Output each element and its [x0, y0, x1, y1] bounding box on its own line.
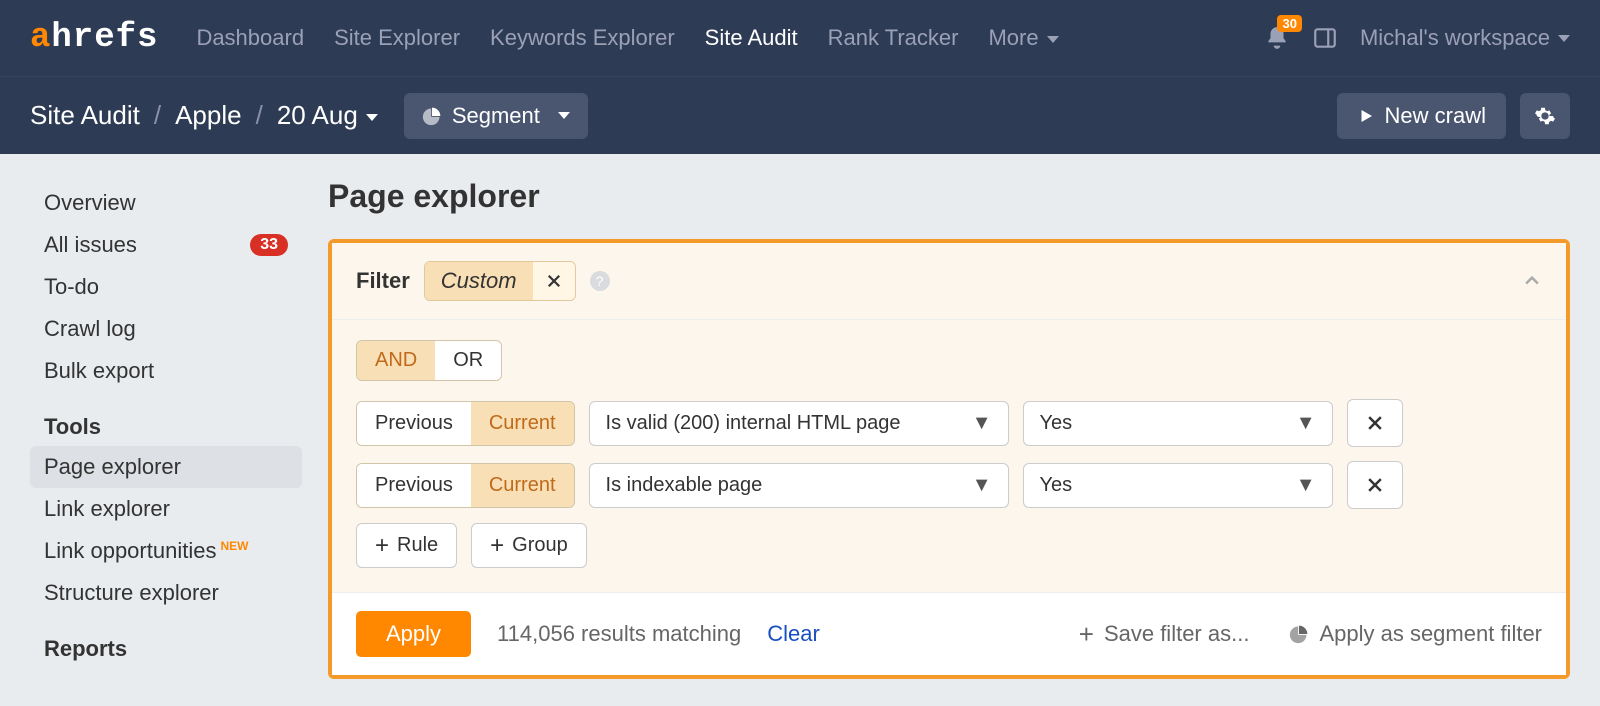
chevron-down-icon: [1558, 35, 1570, 42]
nav-keywords-explorer[interactable]: Keywords Explorer: [490, 25, 675, 51]
toggle-current[interactable]: Current: [471, 464, 574, 507]
plus-icon: +: [490, 537, 504, 555]
crumb-date[interactable]: 20 Aug: [277, 100, 378, 131]
close-icon: [545, 272, 563, 290]
segment-button[interactable]: Segment: [404, 93, 588, 139]
topnav-right: 30 Michal's workspace: [1264, 25, 1570, 51]
content: Overview All issues33 To-do Crawl log Bu…: [0, 154, 1600, 696]
top-nav: ahrefs Dashboard Site Explorer Keywords …: [0, 0, 1600, 76]
issues-count-badge: 33: [250, 234, 288, 256]
sidebar-item-bulk-export[interactable]: Bulk export: [30, 350, 302, 392]
close-icon: [1365, 475, 1385, 495]
new-tag: NEW: [220, 539, 248, 553]
clear-link[interactable]: Clear: [767, 621, 820, 647]
chevron-down-icon: ▼: [972, 412, 992, 435]
rule-value-dropdown[interactable]: Yes▼: [1023, 463, 1333, 508]
topnav-links: Dashboard Site Explorer Keywords Explore…: [196, 25, 1058, 51]
breadcrumb: Site Audit / Apple / 20 Aug: [30, 100, 378, 131]
sidebar-item-all-issues[interactable]: All issues33: [30, 224, 302, 266]
main: Page explorer Filter Custom ? AND O: [320, 154, 1600, 696]
rule-field-dropdown[interactable]: Is valid (200) internal HTML page▼: [589, 401, 1009, 446]
sidebar-item-structure-explorer[interactable]: Structure explorer: [30, 572, 302, 614]
logic-and[interactable]: AND: [357, 341, 435, 380]
close-icon: [1365, 413, 1385, 433]
nav-site-explorer[interactable]: Site Explorer: [334, 25, 460, 51]
nav-dashboard[interactable]: Dashboard: [196, 25, 304, 51]
logic-toggle: AND OR: [356, 340, 502, 381]
nav-rank-tracker[interactable]: Rank Tracker: [828, 25, 959, 51]
sidebar-item-todo[interactable]: To-do: [30, 266, 302, 308]
notif-badge: 30: [1277, 15, 1301, 32]
new-crawl-button[interactable]: New crawl: [1337, 93, 1506, 139]
sidebar: Overview All issues33 To-do Crawl log Bu…: [0, 154, 320, 696]
workspace-menu[interactable]: Michal's workspace: [1360, 25, 1570, 51]
apply-as-segment-button[interactable]: Apply as segment filter: [1289, 619, 1542, 650]
help-icon[interactable]: ?: [590, 271, 610, 291]
filter-label: Filter: [356, 268, 410, 294]
chevron-down-icon: ▼: [1296, 474, 1316, 497]
sidebar-item-link-explorer[interactable]: Link explorer: [30, 488, 302, 530]
rule-row: Previous Current Is valid (200) internal…: [356, 399, 1542, 447]
sidebar-item-page-explorer[interactable]: Page explorer: [30, 446, 302, 488]
notifications-icon[interactable]: 30: [1264, 25, 1290, 51]
sidebar-item-crawl-log[interactable]: Crawl log: [30, 308, 302, 350]
filter-box: Filter Custom ? AND OR: [328, 239, 1570, 679]
chevron-down-icon: [366, 114, 378, 121]
nav-site-audit[interactable]: Site Audit: [705, 25, 798, 51]
chevron-down-icon: ▼: [1296, 412, 1316, 435]
filter-body: AND OR Previous Current Is valid (200) i…: [332, 320, 1566, 593]
filter-header: Filter Custom ?: [332, 243, 1566, 320]
crawl-toggle: Previous Current: [356, 401, 575, 446]
gear-icon: [1534, 105, 1556, 127]
sidebar-section-reports: Reports: [30, 614, 302, 668]
toggle-previous[interactable]: Previous: [357, 402, 471, 445]
rule-value-dropdown[interactable]: Yes▼: [1023, 401, 1333, 446]
plus-icon: +: [1079, 619, 1094, 650]
settings-button[interactable]: [1520, 93, 1570, 139]
results-count: 114,056 results matching: [497, 621, 741, 647]
breadcrumb-sep: /: [256, 100, 263, 131]
play-icon: [1357, 107, 1375, 125]
toggle-previous[interactable]: Previous: [357, 464, 471, 507]
apply-button[interactable]: Apply: [356, 611, 471, 657]
chevron-up-icon: [1522, 271, 1542, 291]
nav-more[interactable]: More: [988, 25, 1058, 51]
save-filter-button[interactable]: +Save filter as...: [1079, 619, 1250, 650]
pie-icon: [422, 106, 442, 126]
filter-chip: Custom: [424, 261, 576, 301]
chevron-down-icon: [558, 112, 570, 119]
crumb-project[interactable]: Apple: [175, 100, 242, 131]
filter-footer: Apply 114,056 results matching Clear +Sa…: [332, 593, 1566, 675]
breadcrumb-sep: /: [154, 100, 161, 131]
toggle-current[interactable]: Current: [471, 402, 574, 445]
filter-chip-remove[interactable]: [533, 262, 575, 300]
collapse-toggle[interactable]: [1522, 271, 1542, 291]
chevron-down-icon: ▼: [972, 474, 992, 497]
delete-rule-button[interactable]: [1347, 461, 1403, 509]
sidebar-section-tools: Tools: [30, 392, 302, 446]
delete-rule-button[interactable]: [1347, 399, 1403, 447]
sidebar-item-overview[interactable]: Overview: [30, 182, 302, 224]
page-title: Page explorer: [328, 178, 1570, 215]
pie-icon: [1289, 624, 1309, 644]
add-group-button[interactable]: +Group: [471, 523, 587, 568]
sub-bar: Site Audit / Apple / 20 Aug Segment New …: [0, 76, 1600, 154]
logic-or[interactable]: OR: [435, 341, 501, 380]
plus-icon: +: [375, 537, 389, 555]
sidebar-item-link-opportunities[interactable]: Link opportunitiesNEW: [30, 530, 302, 572]
panel-icon[interactable]: [1312, 25, 1338, 51]
add-rule-button[interactable]: +Rule: [356, 523, 457, 568]
crumb-site-audit[interactable]: Site Audit: [30, 100, 140, 131]
rule-row: Previous Current Is indexable page▼ Yes▼: [356, 461, 1542, 509]
rule-field-dropdown[interactable]: Is indexable page▼: [589, 463, 1009, 508]
logo[interactable]: ahrefs: [30, 19, 158, 57]
add-row: +Rule +Group: [356, 523, 1542, 568]
chevron-down-icon: [1047, 36, 1059, 43]
crawl-toggle: Previous Current: [356, 463, 575, 508]
filter-chip-name[interactable]: Custom: [425, 262, 533, 300]
